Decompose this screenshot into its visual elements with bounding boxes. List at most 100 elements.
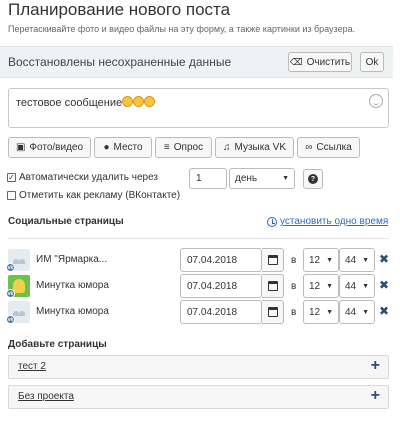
vk-icon: vk — [6, 289, 15, 298]
auto-delete-value: 1 — [196, 173, 202, 184]
date-value: 07.04.2018 — [187, 306, 238, 318]
message-content: тестовое сообщение — [16, 97, 123, 109]
emoji-group — [122, 96, 156, 109]
ok-button[interactable]: Ok — [360, 52, 384, 72]
social-heading: Социальные страницы — [8, 216, 124, 227]
date-value: 07.04.2018 — [187, 280, 238, 292]
remove-icon[interactable]: ✖ — [379, 252, 389, 266]
auto-delete-unit-select[interactable]: день ▼ — [229, 168, 295, 189]
message-textarea[interactable]: тестовое сообщение — [8, 88, 389, 128]
grinning-face-emoji-icon — [133, 96, 145, 107]
photo-video-button[interactable]: ▣ Фото/видео — [8, 137, 91, 158]
group-label: Без проекта — [18, 391, 74, 402]
calendar-icon — [267, 307, 278, 317]
poll-icon: ≡ — [163, 142, 170, 153]
green-avatar-icon — [13, 279, 25, 293]
auto-delete-label: Автоматически удалить через — [19, 172, 158, 183]
place-label: Место — [113, 142, 143, 153]
question-icon: ? — [308, 174, 318, 184]
message-text: тестовое сообщение — [16, 96, 156, 109]
add-pages-heading: Добавьте страницы — [8, 339, 107, 350]
eraser-icon: ⌫ — [289, 56, 303, 67]
set-one-time-label: установить одно время — [280, 216, 389, 227]
auto-delete-row: ✓ Автоматически удалить через — [7, 172, 158, 183]
chevron-down-icon: ▼ — [326, 308, 333, 316]
at-label: в — [291, 255, 297, 266]
date-value: 07.04.2018 — [187, 254, 238, 266]
page-name: Минутка юмора — [36, 280, 109, 291]
minute-value: 44 — [345, 280, 357, 292]
poll-button[interactable]: ≡ Опрос — [155, 137, 212, 158]
at-label: в — [291, 281, 297, 292]
minute-value: 44 — [345, 306, 357, 318]
auto-delete-checkbox[interactable]: ✓ — [7, 173, 16, 182]
music-note-icon: ♫ — [223, 142, 231, 153]
plus-icon[interactable]: + — [371, 387, 380, 405]
calendar-button[interactable] — [262, 300, 284, 324]
poll-label: Опрос — [173, 142, 204, 153]
clear-button[interactable]: ⌫ Очистить — [288, 52, 352, 72]
at-label: в — [291, 307, 297, 318]
chevron-down-icon: ▼ — [282, 175, 289, 182]
ok-label: Ok — [365, 56, 379, 68]
minute-select[interactable]: 44 ▼ — [339, 248, 375, 272]
remove-icon[interactable]: ✖ — [379, 304, 389, 318]
calendar-icon — [267, 281, 278, 291]
minute-select[interactable]: 44 ▼ — [339, 300, 375, 324]
clear-label: Очистить — [306, 56, 351, 68]
help-button[interactable]: ? — [303, 169, 323, 189]
date-input[interactable]: 07.04.2018 — [180, 300, 262, 324]
plus-icon[interactable]: + — [371, 357, 380, 375]
ad-mark-checkbox[interactable] — [7, 191, 16, 200]
clock-icon — [267, 216, 277, 227]
set-one-time-link[interactable]: установить одно время — [267, 216, 388, 227]
page-title: Планирование нового поста — [8, 0, 231, 19]
chevron-down-icon: ▼ — [326, 256, 333, 264]
image-icon: ▣ — [15, 142, 26, 153]
calendar-button[interactable] — [262, 274, 284, 298]
link-label: Ссылка — [316, 142, 352, 153]
minute-value: 44 — [345, 254, 357, 266]
hour-value: 12 — [309, 306, 321, 318]
calendar-icon — [267, 255, 278, 265]
page-name: Минутка юмора — [36, 306, 109, 317]
calendar-button[interactable] — [262, 248, 284, 272]
restore-bar: Восстановлены несохраненные данные ⌫ Очи… — [0, 46, 393, 78]
grinning-face-emoji-icon — [122, 96, 134, 107]
chevron-down-icon: ▼ — [362, 308, 369, 316]
hour-select[interactable]: 12 ▼ — [303, 248, 339, 272]
add-group-row[interactable]: тест 2 + — [8, 355, 389, 379]
vk-icon: vk — [6, 263, 15, 272]
remove-icon[interactable]: ✖ — [379, 278, 389, 292]
link-button[interactable]: ∞ Ссылка — [297, 137, 360, 158]
divider — [8, 238, 389, 239]
auto-delete-value-input[interactable]: 1 — [189, 168, 227, 189]
group-placeholder-icon — [13, 256, 25, 264]
restore-text: Восстановлены несохраненные данные — [8, 55, 232, 69]
social-page-row: vk Минутка юмора 07.04.2018 в 12 ▼ 44 ▼ ✖ — [6, 274, 389, 298]
map-pin-icon: ● — [103, 142, 110, 153]
auto-delete-unit: день — [235, 173, 258, 184]
date-input[interactable]: 07.04.2018 — [180, 274, 262, 298]
ad-mark-row: Отметить как рекламу (ВКонтакте) — [7, 190, 180, 201]
ad-mark-label: Отметить как рекламу (ВКонтакте) — [19, 190, 181, 201]
social-page-row: vk Минутка юмора 07.04.2018 в 12 ▼ 44 ▼ ✖ — [6, 300, 389, 324]
photo-video-label: Фото/видео — [29, 142, 84, 153]
music-button[interactable]: ♫ Музыка VK — [215, 137, 294, 158]
hour-value: 12 — [309, 254, 321, 266]
add-group-row[interactable]: Без проекта + — [8, 385, 389, 409]
smiley-icon[interactable] — [369, 94, 383, 108]
grinning-face-emoji-icon — [144, 96, 156, 107]
drag-hint: Перетаскивайте фото и видео файлы на эту… — [8, 24, 356, 34]
minute-select[interactable]: 44 ▼ — [339, 274, 375, 298]
hour-select[interactable]: 12 ▼ — [303, 274, 339, 298]
chevron-down-icon: ▼ — [362, 282, 369, 290]
hour-select[interactable]: 12 ▼ — [303, 300, 339, 324]
chevron-down-icon: ▼ — [326, 282, 333, 290]
social-page-row: vk ИМ "Ярмарка... 07.04.2018 в 12 ▼ 44 ▼ ✖ — [6, 248, 389, 272]
place-button[interactable]: ● Место — [94, 137, 152, 158]
date-input[interactable]: 07.04.2018 — [180, 248, 262, 272]
page-name: ИМ "Ярмарка... — [36, 254, 108, 265]
group-placeholder-icon — [13, 308, 25, 316]
link-icon: ∞ — [305, 142, 313, 153]
